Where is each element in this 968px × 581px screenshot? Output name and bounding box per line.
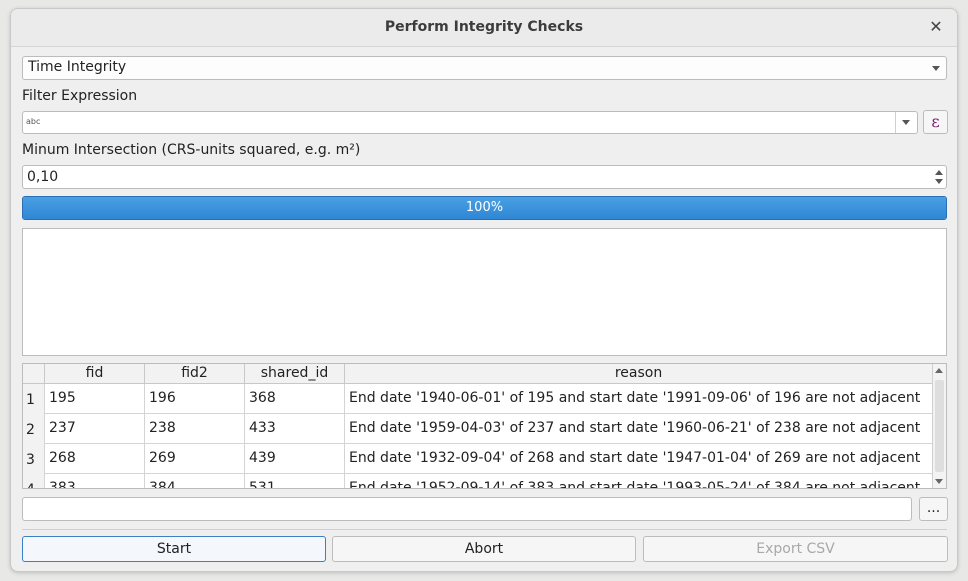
dialog-content: Time Integrity Filter Expression abc ε M… [11, 47, 957, 571]
start-button[interactable]: Start [22, 536, 326, 562]
cell-reason[interactable]: End date '1940-06-01' of 195 and start d… [345, 384, 933, 414]
spin-arrows[interactable] [935, 169, 943, 185]
scroll-up-icon[interactable] [935, 368, 943, 373]
chevron-down-icon [902, 120, 910, 125]
filter-expression-label: Filter Expression [22, 88, 138, 104]
log-output-area[interactable] [22, 228, 947, 356]
column-header-fid[interactable]: fid [45, 364, 145, 384]
table-row[interactable]: 3 268 269 439 End date '1932-09-04' of 2… [23, 444, 933, 474]
abort-button[interactable]: Abort [332, 536, 636, 562]
cell-fid2[interactable]: 196 [145, 384, 245, 414]
check-type-combobox[interactable]: Time Integrity [22, 56, 947, 80]
cell-shared-id[interactable]: 433 [245, 414, 345, 444]
cell-shared-id[interactable]: 439 [245, 444, 345, 474]
export-path-input[interactable] [22, 497, 912, 521]
expression-builder-button[interactable]: ε [923, 110, 948, 134]
table-row[interactable]: 4 383 384 531 End date '1952-09-14' of 3… [23, 474, 933, 488]
cell-fid2[interactable]: 384 [145, 474, 245, 488]
row-number[interactable]: 2 [23, 414, 45, 444]
cell-reason[interactable]: End date '1932-09-04' of 268 and start d… [345, 444, 933, 474]
cell-fid[interactable]: 237 [45, 414, 145, 444]
title-bar: Perform Integrity Checks ✕ [11, 9, 957, 47]
cell-shared-id[interactable]: 531 [245, 474, 345, 488]
column-header-shared-id[interactable]: shared_id [245, 364, 345, 384]
cell-fid[interactable]: 383 [45, 474, 145, 488]
min-intersection-value: 0,10 [27, 169, 59, 185]
scroll-down-icon[interactable] [935, 479, 943, 484]
progress-label: 100% [465, 200, 504, 215]
spin-up-icon[interactable] [935, 170, 943, 175]
min-intersection-spinbox[interactable]: 0,10 [22, 165, 947, 189]
chevron-down-icon [932, 66, 940, 71]
cell-fid[interactable]: 195 [45, 384, 145, 414]
dialog-window: Perform Integrity Checks ✕ Time Integrit… [10, 8, 958, 572]
results-table[interactable]: fid fid2 shared_id reason 1 195 196 368 … [22, 363, 947, 489]
cell-fid[interactable]: 268 [45, 444, 145, 474]
min-intersection-label: Minum Intersection (CRS-units squared, e… [22, 142, 361, 158]
spin-down-icon[interactable] [935, 179, 943, 184]
divider [22, 529, 947, 530]
table-vertical-scrollbar[interactable] [932, 364, 946, 488]
cell-reason[interactable]: End date '1952-09-14' of 383 and start d… [345, 474, 933, 488]
column-header-fid2[interactable]: fid2 [145, 364, 245, 384]
row-number[interactable]: 4 [23, 474, 45, 488]
corner-header [23, 364, 45, 384]
field-type-abc-icon: abc [26, 117, 41, 126]
table-row[interactable]: 1 195 196 368 End date '1940-06-01' of 1… [23, 384, 933, 414]
browse-button[interactable]: ... [919, 497, 948, 521]
close-icon[interactable]: ✕ [927, 18, 945, 36]
dialog-title: Perform Integrity Checks [384, 19, 584, 35]
row-number[interactable]: 1 [23, 384, 45, 414]
export-csv-button[interactable]: Export CSV [643, 536, 948, 562]
table-row[interactable]: 2 237 238 433 End date '1959-04-03' of 2… [23, 414, 933, 444]
table-header: fid fid2 shared_id reason [23, 364, 933, 384]
check-type-value: Time Integrity [28, 59, 127, 75]
filter-dropdown-button[interactable] [895, 112, 917, 133]
cell-fid2[interactable]: 269 [145, 444, 245, 474]
scrollbar-thumb[interactable] [935, 380, 944, 472]
progress-bar: 100% [22, 196, 947, 220]
cell-shared-id[interactable]: 368 [245, 384, 345, 414]
filter-expression-field[interactable]: abc [22, 111, 918, 134]
cell-fid2[interactable]: 238 [145, 414, 245, 444]
row-number[interactable]: 3 [23, 444, 45, 474]
epsilon-icon: ε [931, 112, 940, 131]
column-header-reason[interactable]: reason [345, 364, 933, 384]
cell-reason[interactable]: End date '1959-04-03' of 237 and start d… [345, 414, 933, 444]
